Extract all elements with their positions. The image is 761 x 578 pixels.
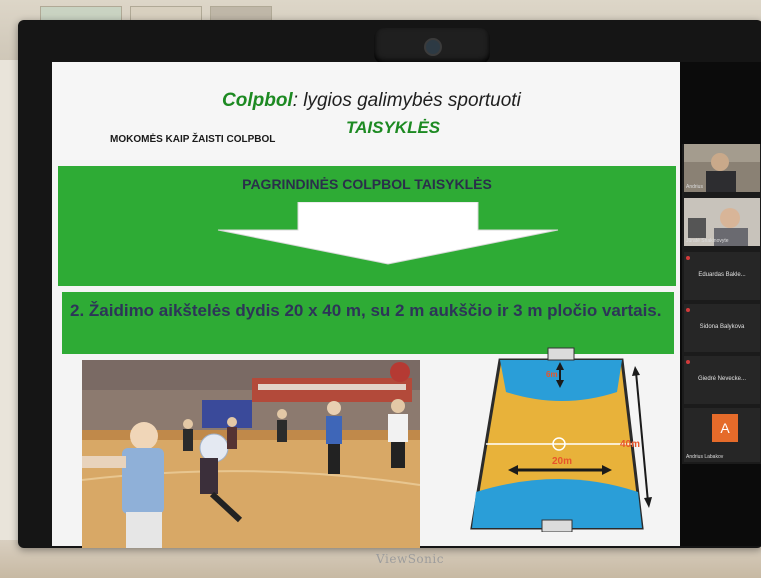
slide-small-heading: MOKOMĖS KAIP ŽAISTI COLPBOL <box>110 134 276 145</box>
participants-panel: Andrius Jūratė Sriakinovyte Eduardas Bak… <box>682 144 761 464</box>
webcam <box>374 28 490 64</box>
court-label-length: 40m <box>620 439 640 450</box>
slide-title-rest: : lygios galimybės sportuoti <box>292 90 521 111</box>
mic-muted-icon <box>686 360 690 364</box>
webcam-lens <box>424 38 442 56</box>
rule-text: 2. Žaidimo aikštelės dydis 20 x 40 m, su… <box>70 301 662 320</box>
slide-title: Colpbol: lygios galimybės sportuoti <box>222 90 521 112</box>
participant-name: Jūratė Sriakinovyte <box>686 238 729 244</box>
mic-muted-icon <box>686 308 690 312</box>
court-diagram: 6m 20m 40m <box>470 347 652 532</box>
participant-name: Giedrė Nevecke... <box>697 376 747 382</box>
screen: Colpbol: lygios galimybės sportuoti TAIS… <box>52 62 761 548</box>
mic-muted-icon <box>686 256 690 260</box>
rules-heading-band: PAGRINDINĖS COLPBOL TAISYKLĖS <box>58 166 676 286</box>
participant-tile[interactable]: Giedrė Nevecke... <box>684 356 760 404</box>
gym-photo <box>82 360 420 548</box>
slide-header: Colpbol: lygios galimybės sportuoti TAIS… <box>52 62 680 160</box>
presentation-slide: Colpbol: lygios galimybės sportuoti TAIS… <box>52 62 680 548</box>
participant-tile[interactable]: A Andrius Labakov <box>684 408 760 462</box>
participant-name: Eduardas Bakle... <box>698 272 746 278</box>
slide-title-brand: Colpbol <box>222 90 293 111</box>
participant-avatar: A <box>712 414 738 442</box>
participant-tile[interactable]: Eduardas Bakle... <box>684 252 760 300</box>
rules-heading: PAGRINDINĖS COLPBOL TAISYKLĖS <box>242 176 492 192</box>
down-arrow-icon <box>217 202 559 265</box>
participant-name: Andrius Labakov <box>686 454 724 460</box>
participant-name: Andrius <box>686 184 703 190</box>
participant-name: Sidona Balykova <box>699 324 745 330</box>
participant-tile[interactable]: Andrius <box>684 144 760 192</box>
participant-tile[interactable]: Jūratė Sriakinovyte <box>684 198 760 246</box>
slide-subtitle: TAISYKLĖS <box>346 118 441 137</box>
participant-tile[interactable]: Sidona Balykova <box>684 304 760 352</box>
court-label-width: 20m <box>552 456 572 467</box>
monitor-brand: ViewSonic <box>376 552 444 566</box>
court-label-goal-area: 6m <box>546 370 558 379</box>
